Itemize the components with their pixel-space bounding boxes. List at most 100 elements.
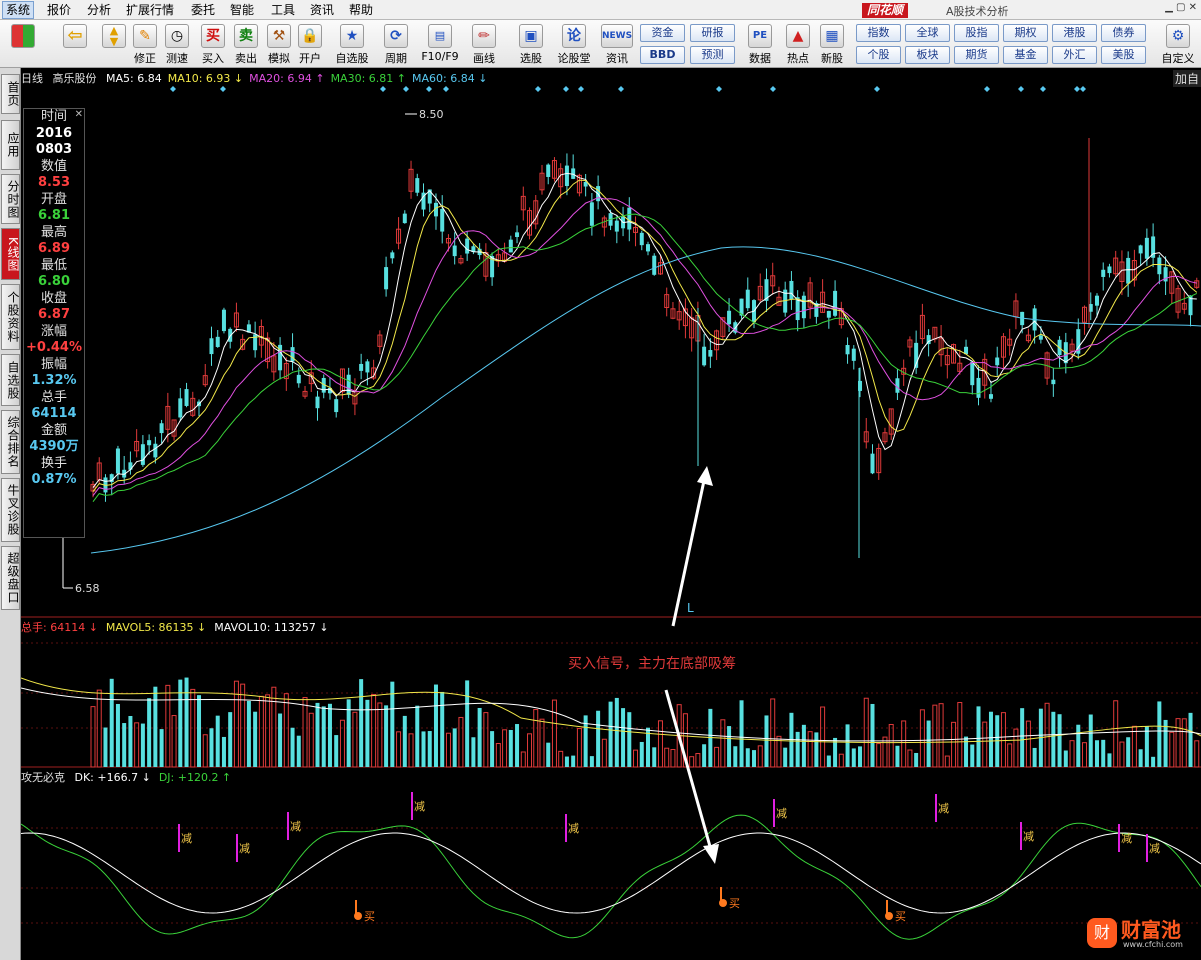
low-flag: L bbox=[687, 601, 694, 615]
sidebar-tab-diagnosis[interactable]: 牛叉诊股 bbox=[1, 478, 20, 542]
indicator-name: 攻无必克 bbox=[21, 771, 65, 784]
quick-button-report[interactable]: 研报 bbox=[690, 24, 735, 42]
volume-bar bbox=[596, 710, 601, 767]
volume-bar bbox=[988, 711, 993, 767]
volume-bar bbox=[1138, 749, 1143, 767]
volume-bar bbox=[271, 686, 277, 768]
toolbar-button-account[interactable]: 🔒 开户 bbox=[295, 22, 325, 66]
toolbar-button-fix[interactable]: ✎ 修正 bbox=[130, 22, 160, 66]
market-button-futures[interactable]: 期货 bbox=[954, 46, 999, 64]
toolbar-button-back[interactable]: ⇦ bbox=[58, 22, 92, 66]
toolbar-button-period[interactable]: ⟳ 周期 bbox=[378, 22, 414, 66]
volume-bar bbox=[664, 747, 670, 768]
quick-button-bbd[interactable]: BBD bbox=[640, 46, 685, 64]
window-controls[interactable]: ▁ ▢ ✕ bbox=[1165, 2, 1197, 13]
toolbar-button-data[interactable]: PE 数据 bbox=[744, 22, 776, 66]
market-button-options[interactable]: 期权 bbox=[1003, 24, 1048, 42]
custom-icon: ⚙ bbox=[1166, 24, 1190, 48]
chart-canvas[interactable]: 8.506.58L减减减减减减 减减 减减买买买 bbox=[21, 68, 1201, 960]
info-key-6: 收盘 bbox=[40, 290, 67, 306]
market-button-index[interactable]: 指数 bbox=[856, 24, 901, 42]
market-button-bond[interactable]: 债券 bbox=[1101, 24, 1146, 42]
signal-diamond bbox=[770, 86, 776, 92]
quick-button-forecast[interactable]: 预测 bbox=[690, 46, 735, 64]
kline-candle bbox=[153, 443, 158, 458]
volume-bar bbox=[745, 748, 750, 767]
volume-bar bbox=[739, 700, 744, 767]
menu-help[interactable]: 帮助 bbox=[346, 2, 376, 18]
menu-smart[interactable]: 智能 bbox=[227, 2, 257, 18]
info-key-9: 总手 bbox=[40, 389, 67, 405]
pencil-icon: ✏ bbox=[472, 24, 496, 48]
maximize-icon[interactable]: ▢ bbox=[1176, 2, 1185, 13]
toolbar-button-forum[interactable]: 论论股堂 bbox=[554, 22, 594, 66]
volume-header: 总手: 64114 ↓ MAVOL5: 86135 ↓ MAVOL10: 11325… bbox=[21, 619, 337, 635]
add-watch-button[interactable]: 加自 bbox=[1172, 70, 1201, 87]
toolbar-button-draw[interactable]: ✏ 画线 bbox=[466, 22, 502, 66]
volume-bar bbox=[608, 701, 613, 767]
kline-candle bbox=[221, 309, 226, 332]
market-button-stock[interactable]: 个股 bbox=[856, 46, 901, 64]
brand-logo: 同花顺 bbox=[862, 3, 909, 18]
sidebar-tab-kline[interactable]: K线图 bbox=[1, 228, 20, 280]
quick-button-fund[interactable]: 资金 bbox=[640, 24, 685, 42]
menu-tools[interactable]: 工具 bbox=[268, 2, 298, 18]
sidebar-tab-intraday[interactable]: 分时图 bbox=[1, 174, 20, 224]
market-button-hk[interactable]: 港股 bbox=[1052, 24, 1097, 42]
app-window: { "menu": ["系统","报价","分析","扩展行情","委托","智… bbox=[0, 0, 1201, 960]
sidebar-tab-apps[interactable]: 应用 bbox=[1, 120, 20, 170]
sidebar-tab-superdepth[interactable]: 超级盘口 bbox=[1, 546, 20, 610]
menu-quote[interactable]: 报价 bbox=[44, 2, 74, 18]
arrow-down-line bbox=[664, 689, 713, 851]
sidebar-tab-profile[interactable]: 个股资料 bbox=[1, 284, 20, 350]
market-button-us[interactable]: 美股 bbox=[1101, 46, 1146, 64]
market-button-fx[interactable]: 外汇 bbox=[1052, 46, 1097, 64]
market-button-global[interactable]: 全球 bbox=[905, 24, 950, 42]
market-button-stockindex[interactable]: 股指 bbox=[954, 24, 999, 42]
signal-diamond bbox=[1018, 86, 1024, 92]
toolbar-button-buy[interactable]: 买买入 bbox=[198, 22, 228, 66]
toolbar-button-updown[interactable]: ▲ ▼ bbox=[100, 22, 128, 66]
kline-chart-area[interactable]: 8.50 6.58 L 减减减减减减减减减减买买买 日线 高乐股份 MA5: 6.84… bbox=[21, 68, 1201, 960]
menu-news[interactable]: 资讯 bbox=[307, 2, 337, 18]
volume-bar bbox=[483, 712, 489, 768]
buy-signal-label: 买 bbox=[364, 910, 375, 923]
toolbar-button-sell[interactable]: 卖卖出 bbox=[231, 22, 261, 66]
volume-bar bbox=[390, 681, 395, 767]
volume-bar bbox=[321, 706, 326, 767]
menu-trade[interactable]: 委托 bbox=[188, 2, 218, 18]
toolbar-button-screener[interactable]: ▣ 选股 bbox=[512, 22, 550, 66]
toolbar-button-f10[interactable]: ▤ F10/F9 bbox=[418, 22, 462, 66]
toolbar-button-news[interactable]: NEWS 资讯 bbox=[598, 22, 636, 66]
signal-diamond bbox=[1074, 86, 1080, 92]
volume-bar bbox=[147, 698, 152, 767]
sell-signal-label: 减 bbox=[1121, 832, 1132, 845]
volume-bar bbox=[851, 748, 856, 767]
sidebar-tab-ranking[interactable]: 综合排名 bbox=[1, 410, 20, 474]
market-button-fund[interactable]: 基金 bbox=[1003, 46, 1048, 64]
toolbar-button-sim[interactable]: ⚒ 模拟 bbox=[264, 22, 294, 66]
minimize-icon[interactable]: ▁ bbox=[1165, 2, 1173, 13]
toolbar-label-news: 资讯 bbox=[606, 52, 628, 65]
info-close-icon[interactable]: ✕ bbox=[75, 107, 83, 124]
market-button-sector[interactable]: 板块 bbox=[905, 46, 950, 64]
toolbar-button-watchlist[interactable]: ★ 自选股 bbox=[332, 22, 372, 66]
kline-candle bbox=[870, 453, 875, 474]
volume-bar bbox=[982, 721, 988, 768]
close-icon[interactable]: ✕ bbox=[1189, 2, 1197, 13]
menu-extended[interactable]: 扩展行情 bbox=[123, 2, 177, 18]
toolbar-button-ipo[interactable]: ▦ 新股 bbox=[816, 22, 848, 66]
menu-analysis[interactable]: 分析 bbox=[84, 2, 114, 18]
volume-bar bbox=[359, 679, 364, 767]
kline-candle bbox=[627, 207, 632, 230]
toolbar-button-speed[interactable]: ◷ 测速 bbox=[162, 22, 192, 66]
volume-bar bbox=[445, 732, 451, 768]
sidebar-tab-home[interactable]: 首页 bbox=[1, 74, 20, 114]
menu-system[interactable]: 系统 bbox=[2, 1, 35, 19]
volume-bar bbox=[770, 698, 776, 768]
toolbar-button-grid[interactable] bbox=[8, 22, 38, 66]
toolbar-button-hot[interactable]: ▲ 热点 bbox=[782, 22, 814, 66]
sidebar-tab-watchlist[interactable]: 自选股 bbox=[1, 354, 20, 406]
volume-bar bbox=[807, 731, 813, 768]
toolbar-button-custom[interactable]: ⚙ 自定义 bbox=[1158, 22, 1198, 66]
